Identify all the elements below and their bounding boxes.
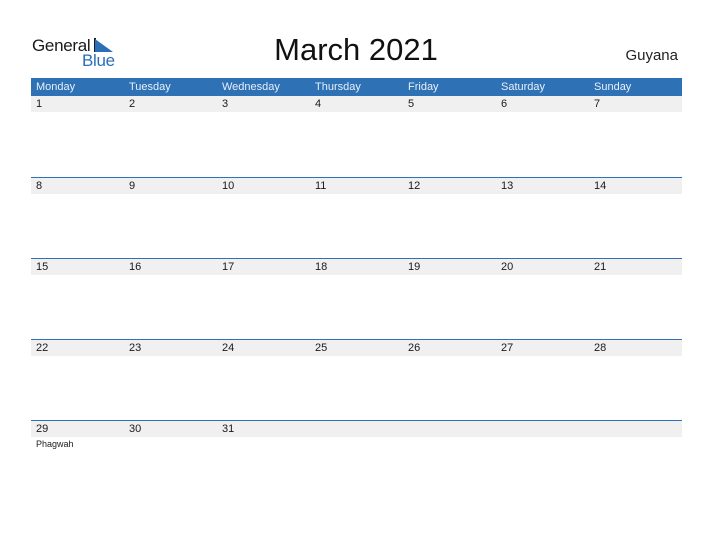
weekday-thursday: Thursday xyxy=(315,81,361,93)
day-number: 9 xyxy=(129,180,136,192)
day-number: 27 xyxy=(501,342,514,354)
date-row: 1 2 3 4 5 6 7 xyxy=(31,96,682,112)
weekday-friday: Friday xyxy=(408,81,439,93)
day-number: 11 xyxy=(315,180,327,192)
country-label: Guyana xyxy=(625,47,678,64)
day-number: 1 xyxy=(36,98,43,110)
day-number: 14 xyxy=(594,180,607,192)
day-event: Phagwah xyxy=(36,439,74,449)
day-number: 30 xyxy=(129,423,142,435)
day-number xyxy=(310,421,403,437)
day-number: 5 xyxy=(408,98,415,110)
day-number: 17 xyxy=(222,261,235,273)
day-number: 23 xyxy=(129,342,142,354)
day-number: 28 xyxy=(594,342,607,354)
day-number: 12 xyxy=(408,180,421,192)
weekday-monday: Monday xyxy=(36,81,76,93)
day-event xyxy=(496,437,589,451)
date-row: 8 9 10 11 12 13 14 xyxy=(31,178,682,194)
day-event xyxy=(217,437,310,451)
weekday-wednesday: Wednesday xyxy=(222,81,280,93)
day-number: 3 xyxy=(222,98,229,110)
date-row: 29 30 31 xyxy=(31,421,682,437)
day-number xyxy=(589,421,682,437)
day-number: 31 xyxy=(222,423,235,435)
week-row: 15 16 17 18 19 20 21 xyxy=(31,258,682,339)
weekday-saturday: Saturday xyxy=(501,81,546,93)
week-row: 8 9 10 11 12 13 14 xyxy=(31,177,682,258)
day-number: 29 xyxy=(36,423,49,435)
day-number: 19 xyxy=(408,261,421,273)
day-event xyxy=(310,437,403,451)
weekday-sunday: Sunday xyxy=(594,81,632,93)
day-number: 10 xyxy=(222,180,235,192)
day-number: 25 xyxy=(315,342,328,354)
day-number: 15 xyxy=(36,261,49,273)
day-number: 20 xyxy=(501,261,514,273)
day-number: 22 xyxy=(36,342,49,354)
weekday-header: Monday Tuesday Wednesday Thursday Friday… xyxy=(31,78,682,96)
week-row: 1 2 3 4 5 6 7 xyxy=(31,96,682,177)
weekday-tuesday: Tuesday xyxy=(129,81,171,93)
day-number: 13 xyxy=(501,180,514,192)
day-number: 8 xyxy=(36,180,43,192)
event-row: Phagwah xyxy=(31,437,682,451)
day-number: 21 xyxy=(594,261,607,273)
day-number: 24 xyxy=(222,342,235,354)
week-row: 22 23 24 25 26 27 28 xyxy=(31,339,682,420)
calendar-grid: Monday Tuesday Wednesday Thursday Friday… xyxy=(31,78,682,501)
calendar-title: March 2021 xyxy=(274,32,438,67)
date-row: 22 23 24 25 26 27 28 xyxy=(31,340,682,356)
day-number: 7 xyxy=(594,98,601,110)
day-number: 18 xyxy=(315,261,328,273)
day-number: 6 xyxy=(501,98,508,110)
day-number: 4 xyxy=(315,98,322,110)
day-event xyxy=(403,437,496,451)
day-number: 2 xyxy=(129,98,136,110)
day-number: 16 xyxy=(129,261,142,273)
week-row: 29 30 31 Phagwah xyxy=(31,420,682,501)
day-number xyxy=(496,421,589,437)
day-event xyxy=(124,437,217,451)
weeks-container: 1 2 3 4 5 6 7 8 9 10 11 12 13 14 15 16 17 18 19 20 21 22 23 24 2… xyxy=(31,96,682,501)
date-row: 15 16 17 18 19 20 21 xyxy=(31,259,682,275)
day-number: 26 xyxy=(408,342,421,354)
day-event xyxy=(589,437,682,451)
day-number xyxy=(403,421,496,437)
